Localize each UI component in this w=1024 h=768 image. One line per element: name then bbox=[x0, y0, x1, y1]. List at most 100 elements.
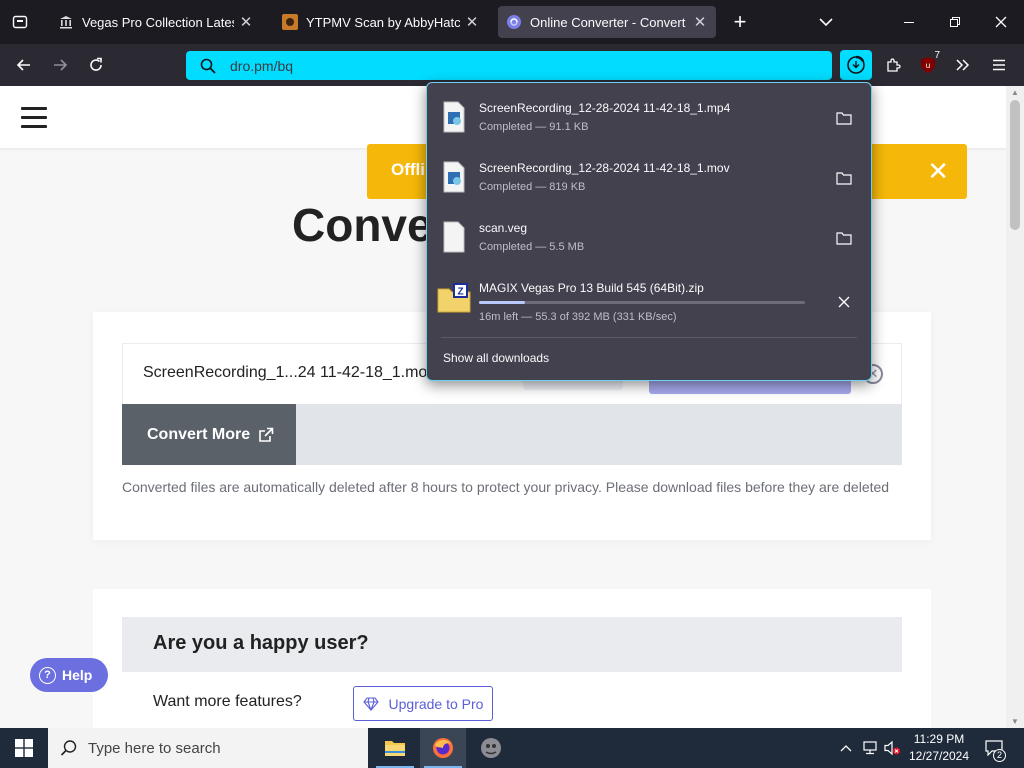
notice-text: Offli bbox=[391, 160, 425, 179]
reload-button[interactable] bbox=[84, 53, 108, 77]
downloads-button[interactable] bbox=[840, 50, 872, 80]
close-window-button[interactable] bbox=[988, 10, 1014, 34]
tab-overview-button[interactable] bbox=[8, 10, 32, 34]
download-name: ScreenRecording_12-28-2024 11-42-18_1.mo… bbox=[479, 161, 730, 175]
list-all-tabs-button[interactable] bbox=[814, 10, 838, 34]
new-tab-button[interactable]: + bbox=[728, 9, 752, 34]
cancel-download-button[interactable] bbox=[833, 291, 855, 313]
ublock-extension-button[interactable]: u 7 bbox=[914, 50, 942, 78]
firefox-icon bbox=[433, 738, 453, 758]
scroll-thumb[interactable] bbox=[1010, 100, 1020, 230]
tab-close-button[interactable]: ✕ bbox=[238, 13, 254, 31]
upgrade-to-pro-button[interactable]: Upgrade to Pro bbox=[353, 686, 493, 721]
help-button[interactable]: ? Help bbox=[30, 658, 108, 692]
upgrade-label: Upgrade to Pro bbox=[388, 695, 484, 712]
system-clock[interactable]: 11:29 PM 12/27/2024 bbox=[906, 731, 972, 765]
page-scrollbar[interactable]: ▲ ▼ bbox=[1006, 86, 1024, 728]
more-tools-button[interactable] bbox=[950, 53, 976, 77]
address-bar[interactable]: dro.pm/bq bbox=[186, 51, 832, 80]
download-item[interactable]: scan.veg Completed — 5.5 MB bbox=[427, 211, 871, 269]
progress-fill bbox=[479, 301, 525, 304]
convert-more-label: Convert More bbox=[147, 425, 251, 443]
happy-user-bar: Are you a happy user? bbox=[122, 617, 902, 672]
show-hidden-icons-button[interactable] bbox=[836, 728, 856, 768]
notification-center-button[interactable]: 2 bbox=[978, 728, 1010, 768]
notice-close-button[interactable]: ✕ bbox=[927, 156, 949, 187]
show-in-folder-button[interactable] bbox=[833, 167, 855, 189]
app-menu-button[interactable] bbox=[986, 53, 1012, 77]
minimize-icon bbox=[904, 22, 914, 23]
features-label: Want more features? bbox=[153, 693, 302, 710]
minimize-button[interactable] bbox=[896, 10, 922, 34]
convert-more-button[interactable]: Convert More bbox=[122, 404, 296, 465]
tab-close-button[interactable]: ✕ bbox=[464, 13, 480, 31]
tab-online-converter[interactable]: Online Converter - Convert Ima ✕ bbox=[498, 6, 716, 38]
menu-line bbox=[21, 116, 47, 119]
forward-button[interactable] bbox=[48, 53, 72, 77]
clock-time: 11:29 PM bbox=[913, 732, 965, 746]
video-file-icon bbox=[443, 161, 465, 193]
reload-icon bbox=[90, 57, 102, 71]
divider bbox=[441, 337, 857, 338]
converter-icon bbox=[506, 14, 522, 30]
back-button[interactable] bbox=[12, 53, 36, 77]
museum-icon bbox=[58, 14, 74, 30]
notification-count: 2 bbox=[993, 749, 1006, 762]
folder-icon bbox=[836, 232, 852, 245]
hamburger-icon bbox=[993, 59, 1005, 71]
site-menu-button[interactable] bbox=[21, 107, 47, 128]
chevron-up-icon bbox=[840, 745, 852, 752]
folder-icon bbox=[385, 741, 405, 756]
close-icon bbox=[838, 296, 850, 308]
show-in-folder-button[interactable] bbox=[833, 227, 855, 249]
double-chevron-right-icon bbox=[956, 59, 970, 71]
diamond-icon bbox=[362, 696, 379, 711]
extensions-button[interactable] bbox=[880, 53, 906, 77]
plus-icon: + bbox=[733, 9, 747, 34]
tab-vegas-pro[interactable]: Vegas Pro Collection Latest Buil ✕ bbox=[50, 6, 262, 38]
taskbar-firefox[interactable] bbox=[420, 728, 466, 768]
start-button[interactable] bbox=[0, 728, 48, 768]
video-file-icon bbox=[443, 101, 465, 133]
download-item[interactable]: ScreenRecording_12-28-2024 11-42-18_1.mp… bbox=[427, 91, 871, 149]
network-icon bbox=[863, 741, 877, 755]
tab-ytpmv-scan[interactable]: YTPMV Scan by AbbyHatcherar ✕ bbox=[274, 6, 488, 38]
scroll-down-icon[interactable]: ▼ bbox=[1011, 717, 1019, 726]
chevron-down-icon bbox=[819, 18, 833, 27]
file-name: ScreenRecording_1...24 11-42-18_1.mov bbox=[143, 364, 436, 381]
clock-date: 12/27/2024 bbox=[908, 749, 970, 763]
blank-file-icon bbox=[443, 221, 465, 253]
download-item[interactable]: ScreenRecording_12-28-2024 11-42-18_1.mo… bbox=[427, 151, 871, 209]
svg-text:Z: Z bbox=[457, 287, 463, 298]
tab-title: Vegas Pro Collection Latest Buil bbox=[82, 14, 234, 30]
puzzle-icon bbox=[887, 58, 901, 72]
show-in-folder-button[interactable] bbox=[833, 107, 855, 129]
taskbar-app[interactable] bbox=[468, 728, 514, 768]
external-link-icon bbox=[259, 427, 274, 442]
navigation-toolbar: dro.pm/bq u 7 bbox=[0, 44, 1024, 86]
folder-icon bbox=[836, 172, 852, 185]
search-icon bbox=[200, 58, 216, 74]
restore-button[interactable] bbox=[942, 10, 968, 34]
windows-icon bbox=[15, 739, 33, 757]
scroll-up-icon[interactable]: ▲ bbox=[1011, 88, 1019, 97]
app-avatar-icon bbox=[481, 738, 501, 758]
download-item-in-progress[interactable]: Z MAGIX Vegas Pro 13 Build 545 (64Bit).z… bbox=[427, 271, 871, 329]
taskbar: Type here to search 11:29 PM 12/27/2024 … bbox=[0, 728, 1024, 768]
downloads-panel: ScreenRecording_12-28-2024 11-42-18_1.mp… bbox=[426, 82, 872, 381]
tab-close-button[interactable]: ✕ bbox=[692, 13, 708, 31]
tab-overview-icon bbox=[12, 15, 28, 29]
network-tray-button[interactable] bbox=[860, 728, 880, 768]
show-all-downloads-link[interactable]: Show all downloads bbox=[443, 351, 549, 365]
download-status: 16m left — 55.3 of 392 MB (331 KB/sec) bbox=[479, 311, 677, 323]
question-icon: ? bbox=[39, 666, 56, 684]
svg-text:u: u bbox=[926, 61, 930, 70]
extension-badge: 7 bbox=[934, 50, 940, 61]
volume-tray-button[interactable] bbox=[882, 728, 902, 768]
menu-line bbox=[21, 125, 47, 128]
taskbar-search-box[interactable]: Type here to search bbox=[48, 728, 368, 768]
download-name: ScreenRecording_12-28-2024 11-42-18_1.mp… bbox=[479, 101, 731, 115]
download-progress-icon bbox=[847, 55, 865, 74]
taskbar-file-explorer[interactable] bbox=[372, 728, 418, 768]
page-title: Conve bbox=[292, 199, 433, 251]
